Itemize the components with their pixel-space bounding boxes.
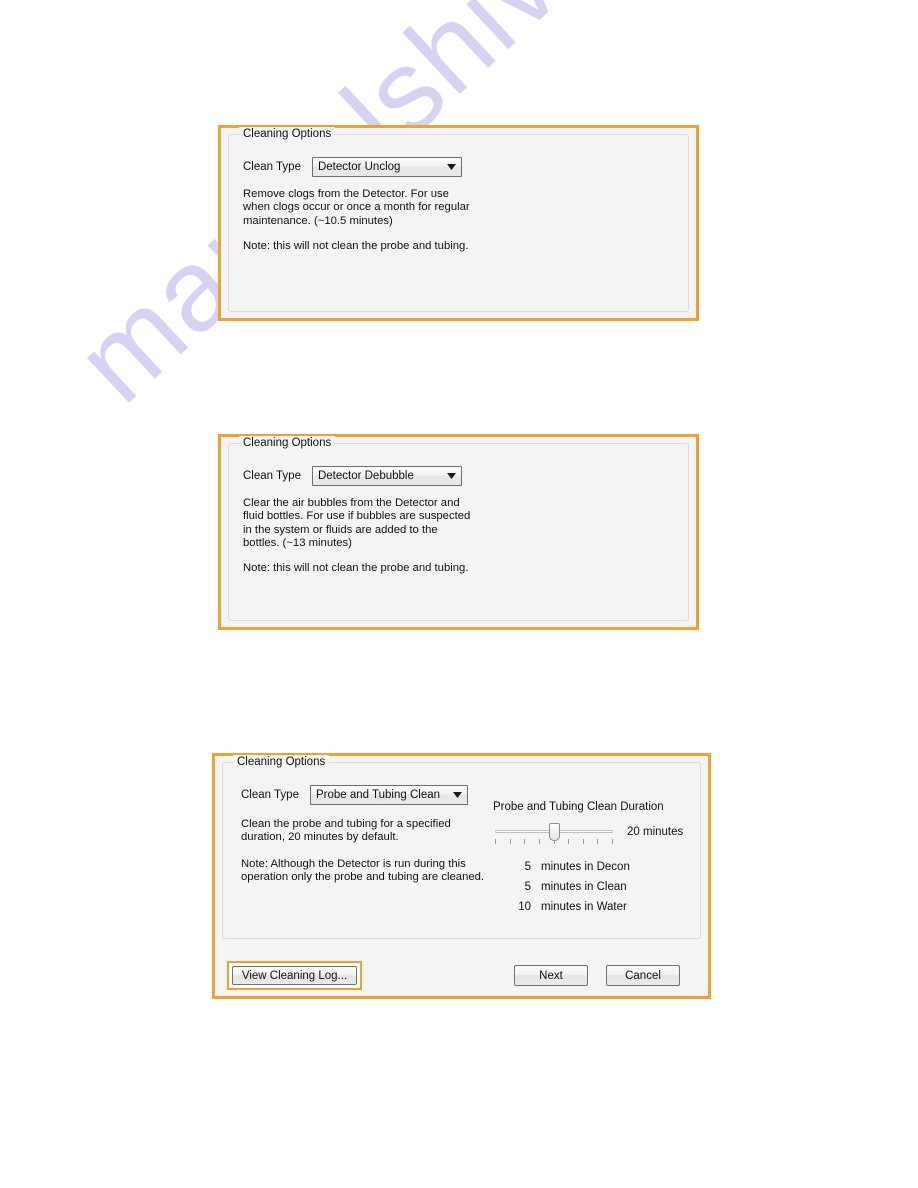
clean-type-dropdown[interactable]: Probe and Tubing Clean <box>309 785 468 805</box>
slider-tick <box>509 839 511 844</box>
cleaning-options-groupbox: Cleaning Options Clean Type Detector Unc… <box>228 127 689 312</box>
breakdown-label: minutes in Decon <box>541 861 630 873</box>
dialog-button-bar: View Cleaning Log... Next Cancel <box>222 960 701 990</box>
clean-type-row: Clean Type Detector Debubble <box>243 466 462 486</box>
cleaning-options-groupbox: Cleaning Options Clean Type Detector Deb… <box>228 436 689 621</box>
breakdown-label: minutes in Clean <box>541 881 627 893</box>
clean-type-label: Clean Type <box>243 470 301 482</box>
breakdown-minutes: 5 <box>524 861 531 873</box>
chevron-down-icon <box>443 473 461 479</box>
slider-tick <box>582 839 584 844</box>
cleaning-options-panel-detector-debubble: Cleaning Options Clean Type Detector Deb… <box>218 434 699 630</box>
clean-duration-breakdown: 5 minutes in Decon 5 minutes in Clean 10 minu… <box>511 861 705 913</box>
clean-type-dropdown-value: Probe and Tubing Clean <box>315 789 441 801</box>
clean-type-dropdown-value: Detector Unclog <box>317 161 401 173</box>
clean-duration-block: Probe and Tubing Clean Duration 20 minut… <box>493 801 705 921</box>
breakdown-row: 5 minutes in Decon <box>511 861 705 873</box>
clean-duration-slider[interactable] <box>493 821 615 847</box>
chevron-down-icon <box>443 164 461 170</box>
slider-tick <box>568 839 570 844</box>
clean-type-label: Clean Type <box>241 789 299 801</box>
breakdown-minutes: 5 <box>524 881 531 893</box>
view-cleaning-log-button[interactable]: View Cleaning Log... <box>232 966 357 985</box>
view-cleaning-log-focus-ring: View Cleaning Log... <box>227 961 362 990</box>
clean-type-note: Note: this will not clean the probe and … <box>243 562 469 574</box>
chevron-down-icon <box>449 792 467 798</box>
breakdown-row: 10 minutes in Water <box>511 901 705 913</box>
clean-type-description: Remove clogs from the Detector. For use … <box>243 188 473 227</box>
slider-tick <box>495 839 496 844</box>
cleaning-options-groupbox: Cleaning Options Clean Type Probe and Tu… <box>222 755 701 939</box>
slider-tick <box>612 839 613 844</box>
breakdown-label: minutes in Water <box>541 901 627 913</box>
clean-type-description: Clear the air bubbles from the Detector … <box>243 497 474 549</box>
clean-type-dropdown[interactable]: Detector Unclog <box>311 157 462 177</box>
cancel-button[interactable]: Cancel <box>606 965 680 986</box>
next-button[interactable]: Next <box>514 965 588 986</box>
slider-tick <box>597 839 599 844</box>
cleaning-options-panel-probe-and-tubing-clean: Cleaning Options Clean Type Probe and Tu… <box>212 753 711 999</box>
breakdown-minutes: 10 <box>518 901 531 913</box>
clean-type-label: Clean Type <box>243 161 301 173</box>
clean-type-dropdown-value: Detector Debubble <box>317 470 414 482</box>
slider-tick <box>524 839 526 844</box>
clean-type-dropdown[interactable]: Detector Debubble <box>311 466 462 486</box>
clean-type-description: Clean the probe and tubing for a specifi… <box>241 818 454 844</box>
clean-duration-title: Probe and Tubing Clean Duration <box>493 801 664 813</box>
clean-type-note: Note: this will not clean the probe and … <box>243 240 469 252</box>
cleaning-options-panel-detector-unclog: Cleaning Options Clean Type Detector Unc… <box>218 125 699 321</box>
clean-duration-value: 20 minutes <box>627 826 684 838</box>
clean-type-row: Clean Type Probe and Tubing Clean <box>241 785 468 805</box>
clean-type-row: Clean Type Detector Unclog <box>243 157 462 177</box>
slider-tick <box>538 839 540 844</box>
breakdown-row: 5 minutes in Clean <box>511 881 705 893</box>
slider-thumb[interactable] <box>549 823 560 841</box>
clean-type-note: Note: Although the Detector is run durin… <box>241 858 485 884</box>
